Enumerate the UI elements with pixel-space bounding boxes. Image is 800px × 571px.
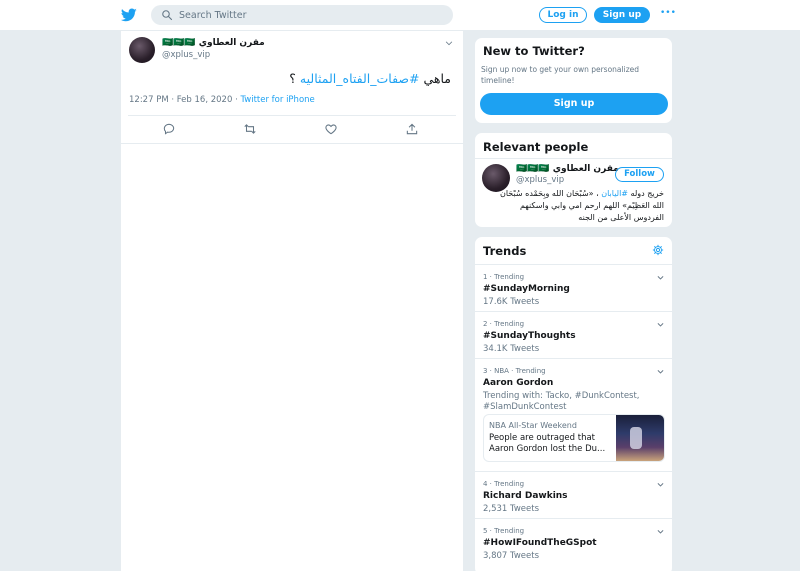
relevant-user-name[interactable]: مقرن العطاوي 🇸🇦🇸🇦🇸🇦 [516,164,619,174]
chevron-down-icon[interactable] [656,273,665,282]
trend-related: Trending with: Tacko, #DunkContest, #Sla… [483,391,640,412]
user-bio: خريج دوله #اليابان ، «سُبْحَان الله وبِح… [495,188,664,224]
tweet-time[interactable]: 12:27 PM · Feb 16, 2020 · [129,95,240,105]
follow-button[interactable]: Follow [615,167,664,182]
signup-card-button[interactable]: Sign up [480,93,668,115]
trend-item[interactable]: 1 · Trending #SundayMorning 17.6K Tweets [475,264,672,311]
chevron-down-icon[interactable] [656,527,665,536]
twitter-logo-icon[interactable] [121,7,137,23]
news-source: NBA All-Star Weekend [489,421,577,430]
reply-icon[interactable] [162,122,176,136]
trend-item[interactable]: 4 · Trending Richard Dawkins 2,531 Tweet… [475,471,672,518]
news-card[interactable]: NBA All-Star Weekend People are outraged… [483,414,665,462]
card-title: Relevant people [483,140,589,154]
more-options-icon[interactable]: ••• [660,8,676,22]
trend-name[interactable]: Richard Dawkins [483,491,568,501]
card-title: New to Twitter? [483,44,585,58]
trend-count: 17.6K Tweets [483,297,540,307]
tweet-timestamp: 12:27 PM · Feb 16, 2020 · Twitter for iP… [129,95,315,105]
divider [128,115,456,116]
search-box[interactable] [151,5,453,25]
tweet-actions [128,117,456,141]
hashtag-link[interactable]: #صفات_الفتاه_المثاليه [300,71,420,86]
new-to-twitter-card: New to Twitter? Sign up now to get your … [474,37,673,124]
relevant-people-card: Relevant people مقرن العطاوي 🇸🇦🇸🇦🇸🇦 @xpl… [474,132,673,228]
divider [475,158,672,159]
top-navigation-bar: Log in Sign up ••• [0,0,800,31]
trend-count: 2,531 Tweets [483,504,539,514]
login-button[interactable]: Log in [539,7,587,23]
trend-name[interactable]: #SundayMorning [483,284,570,294]
avatar[interactable] [129,37,155,63]
trends-card: Trends 1 · Trending #SundayMorning 17.6K… [474,236,673,571]
like-icon[interactable] [324,122,338,136]
trend-item[interactable]: 3 · NBA · Trending Aaron Gordon Trending… [475,358,672,471]
trend-count: 34.1K Tweets [483,344,540,354]
card-subtitle: Sign up now to get your own personalized… [481,65,640,85]
card-title: Trends [483,244,527,258]
signup-button[interactable]: Sign up [594,7,650,23]
share-icon[interactable] [405,122,419,136]
trend-meta: 1 · Trending [483,273,525,281]
gear-icon[interactable] [652,244,664,256]
divider [121,143,463,144]
trend-name[interactable]: Aaron Gordon [483,378,553,388]
chevron-down-icon[interactable] [656,367,665,376]
chevron-down-icon[interactable] [656,480,665,489]
author-handle[interactable]: @xplus_vip [162,50,210,60]
chevron-down-icon[interactable] [444,38,454,48]
trend-meta: 4 · Trending [483,480,525,488]
trend-name[interactable]: #HowIFoundTheGSpot [483,538,597,548]
chevron-down-icon[interactable] [656,320,665,329]
news-title[interactable]: People are outraged that Aaron Gordon lo… [489,433,613,455]
tweet-text-prefix: ماهي [419,71,451,86]
trend-meta: 5 · Trending [483,527,525,535]
tweet-text: ماهي #صفات_الفتاه_المثاليه ؟ [129,71,451,86]
bio-text: خريج دوله [628,189,664,198]
trend-count: 3,807 Tweets [483,551,539,561]
trend-item[interactable]: 5 · Trending #HowIFoundTheGSpot 3,807 Tw… [475,518,672,565]
tweet-text-suffix: ؟ [289,71,300,86]
trend-meta: 3 · NBA · Trending [483,367,546,375]
retweet-icon[interactable] [243,122,257,136]
tweet-source-link[interactable]: Twitter for iPhone [240,95,314,105]
trend-name[interactable]: #SundayThoughts [483,331,576,341]
trend-meta: 2 · Trending [483,320,525,328]
news-thumbnail[interactable] [616,415,664,461]
trend-item[interactable]: 2 · Trending #SundayThoughts 34.1K Tweet… [475,311,672,358]
author-name[interactable]: مقرن العطاوي 🇸🇦🇸🇦🇸🇦 [162,38,265,48]
search-input[interactable] [179,7,439,23]
bio-hashtag-link[interactable]: #اليابان [601,189,628,198]
relevant-user-handle[interactable]: @xplus_vip [516,175,564,185]
tweet-detail-column: مقرن العطاوي 🇸🇦🇸🇦🇸🇦 @xplus_vip ماهي #صفا… [120,31,464,571]
search-icon [162,10,173,21]
